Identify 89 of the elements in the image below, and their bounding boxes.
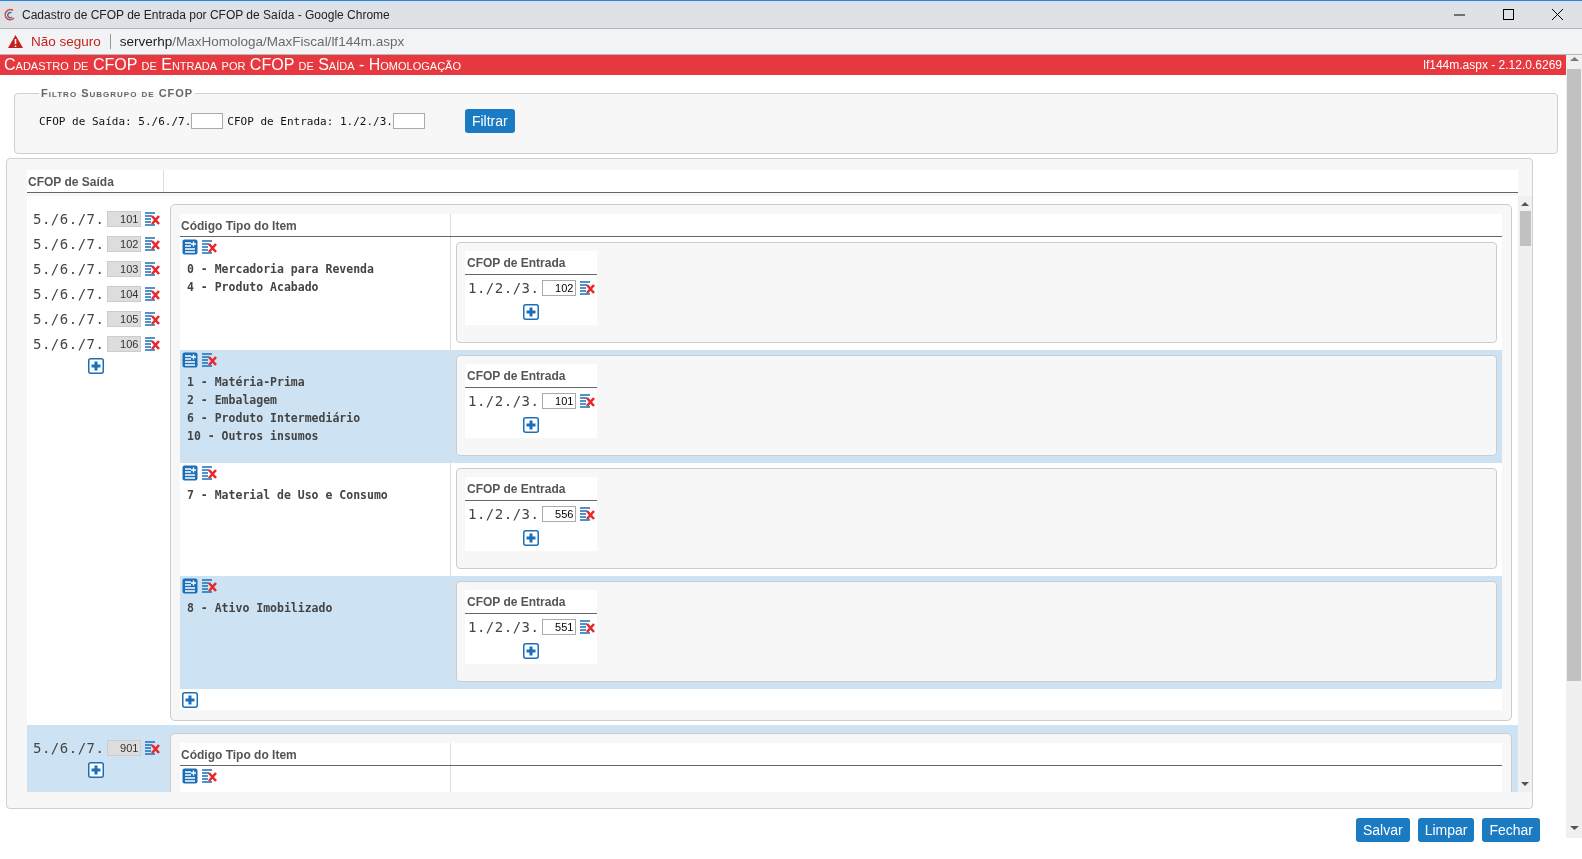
filter-legend: Filtro Subgrupo de CFOP <box>39 87 196 99</box>
maximize-icon[interactable] <box>1503 9 1514 20</box>
close-icon[interactable] <box>1552 9 1563 20</box>
code-prefix: 5./6./7. <box>33 210 105 227</box>
add-icon[interactable] <box>87 358 104 374</box>
field-label: CFOP de Entrada: 1./2./3. <box>227 114 393 128</box>
item-type-text: 4 - Produto Acabado <box>187 279 320 296</box>
code-field[interactable]: 556 <box>542 505 577 522</box>
item-type-text: 8 - Ativo Imobilizado <box>187 600 334 617</box>
warning-icon <box>8 35 23 48</box>
delete-list-icon[interactable] <box>579 505 597 522</box>
code-prefix: 5./6./7. <box>33 235 105 252</box>
delete-list-icon[interactable] <box>579 392 597 409</box>
code-field[interactable]: 103 <box>107 260 142 277</box>
delete-list-icon[interactable] <box>144 310 162 327</box>
code-field[interactable]: 551 <box>542 618 577 635</box>
code-prefix: 5./6./7. <box>33 260 105 277</box>
add-icon[interactable] <box>523 417 539 433</box>
code-field[interactable]: 101 <box>107 210 142 227</box>
code-prefix: 1./2./3. <box>468 392 540 409</box>
item-type-text: 0 - Mercadoria para Revenda <box>187 261 375 278</box>
window-title: Cadastro de CFOP de Entrada por CFOP de Saída - Google Chrome <box>22 7 391 22</box>
version-text: lf144m.aspx - 2.12.0.6269 <box>1423 58 1562 72</box>
delete-list-icon[interactable] <box>201 768 218 784</box>
url-text[interactable]: serverhp/MaxHomologa/MaxFiscal/lf144m.aspx <box>119 34 405 49</box>
delete-list-icon[interactable] <box>201 239 218 255</box>
scroll-thumb[interactable] <box>1519 211 1531 246</box>
scroll-up-icon[interactable] <box>1521 200 1529 208</box>
delete-list-icon[interactable] <box>579 618 597 635</box>
add-icon[interactable] <box>523 643 539 659</box>
code-prefix: 1./2./3. <box>468 505 540 522</box>
delete-list-icon[interactable] <box>579 279 597 296</box>
code-prefix: 1./2./3. <box>468 618 540 635</box>
security-label[interactable]: Não seguro <box>31 34 101 49</box>
scrollbar[interactable] <box>1518 196 1532 792</box>
action-button[interactable]: Limpar <box>1417 818 1475 842</box>
action-button[interactable]: Salvar <box>1355 818 1410 842</box>
code-field[interactable]: 104 <box>107 285 142 302</box>
add-icon[interactable] <box>87 762 104 778</box>
column-header: CFOP de Saída <box>27 170 164 192</box>
delete-list-icon[interactable] <box>144 285 162 302</box>
code-prefix: 5./6./7. <box>33 285 105 302</box>
column-header: CFOP de Entrada <box>465 477 597 501</box>
add-icon[interactable] <box>182 692 198 708</box>
code-prefix: 5./6./7. <box>33 335 105 352</box>
add-list-icon[interactable] <box>182 465 198 481</box>
item-type-text: 6 - Produto Intermediário <box>187 410 362 427</box>
code-field[interactable]: 106 <box>107 335 142 352</box>
action-button[interactable]: Fechar <box>1482 818 1540 842</box>
code-field[interactable]: 102 <box>542 279 577 296</box>
scroll-down-icon[interactable] <box>1521 780 1529 788</box>
delete-list-icon[interactable] <box>144 260 162 277</box>
item-type-text: 2 - Embalagem <box>187 392 278 409</box>
delete-list-icon[interactable] <box>201 352 218 368</box>
column-header: CFOP de Entrada <box>465 590 597 614</box>
input-field[interactable] <box>392 113 425 129</box>
item-type-text: 10 - Outros insumos <box>187 428 320 445</box>
code-field[interactable]: 101 <box>542 392 577 409</box>
code-field[interactable]: 901 <box>107 739 142 756</box>
app-logo-icon <box>4 7 16 22</box>
delete-list-icon[interactable] <box>201 578 218 594</box>
column-header: Código Tipo do Item <box>180 214 451 236</box>
filter-button[interactable]: Filtrar <box>464 109 515 133</box>
add-icon[interactable] <box>523 304 539 320</box>
delete-list-icon[interactable] <box>144 235 162 252</box>
delete-list-icon[interactable] <box>144 210 162 227</box>
field-label: CFOP de Saída: 5./6./7. <box>39 114 192 128</box>
scroll-down-icon[interactable] <box>1569 824 1579 832</box>
item-type-text: 7 - Material de Uso e Consumo <box>187 487 389 504</box>
code-prefix: 1./2./3. <box>468 279 540 296</box>
column-header: CFOP de Entrada <box>465 251 597 275</box>
input-field[interactable] <box>191 113 224 129</box>
code-prefix: 5./6./7. <box>33 310 105 327</box>
page-title: Cadastro de CFOP de Entrada por CFOP de Saída - Homologação <box>4 56 461 74</box>
delete-list-icon[interactable] <box>201 465 218 481</box>
add-icon[interactable] <box>523 530 539 546</box>
code-field[interactable]: 102 <box>107 235 142 252</box>
column-header: Código Tipo do Item <box>180 743 451 765</box>
delete-list-icon[interactable] <box>144 335 162 352</box>
code-field[interactable]: 105 <box>107 310 142 327</box>
item-type-text: 1 - Matéria-Prima <box>187 374 306 391</box>
add-list-icon[interactable] <box>182 578 198 594</box>
add-list-icon[interactable] <box>182 352 198 368</box>
column-header: CFOP de Entrada <box>465 364 597 388</box>
delete-list-icon[interactable] <box>144 739 162 756</box>
add-list-icon[interactable] <box>182 768 198 784</box>
scrollbar[interactable] <box>1566 55 1582 838</box>
code-prefix: 5./6./7. <box>33 739 105 756</box>
add-list-icon[interactable] <box>182 239 198 255</box>
